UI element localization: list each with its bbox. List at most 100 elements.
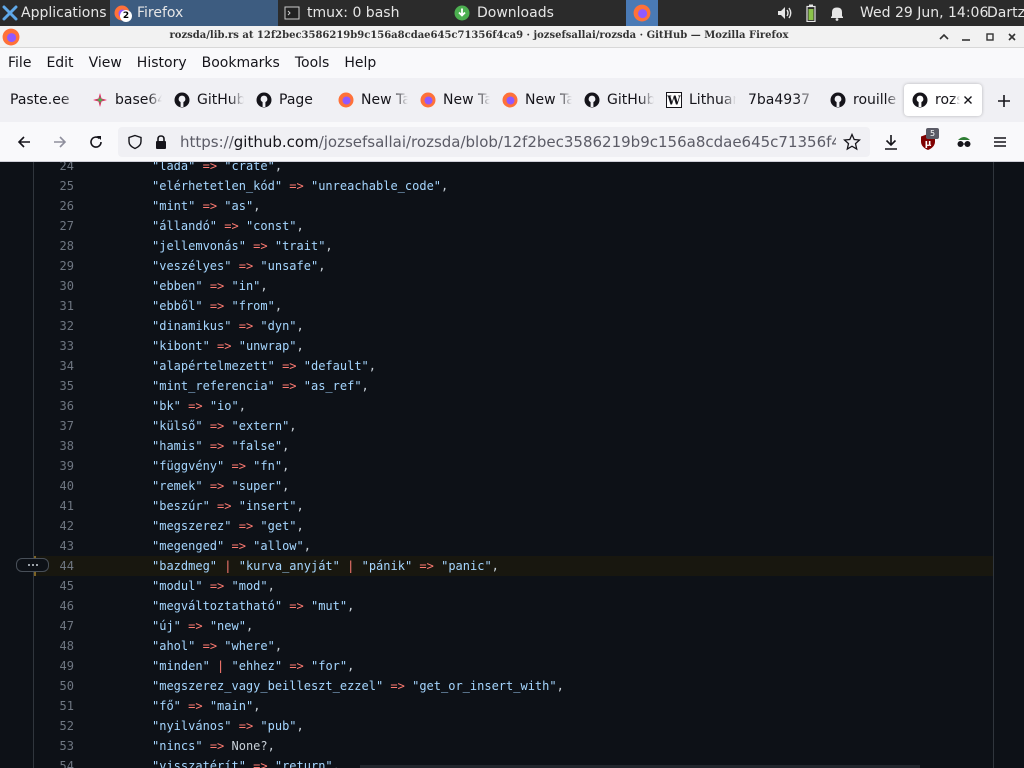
line-number[interactable]: 38: [34, 436, 74, 456]
line-number[interactable]: 26: [34, 196, 74, 216]
code-line: 44 "bazdmeg" | "kurva_anyját" | "pánik" =…: [34, 556, 993, 576]
applications-label: Applications: [21, 5, 107, 21]
window-titlebar[interactable]: rozsda/lib.rs at 12f2bec3586219b9c156a8c…: [0, 26, 1024, 48]
tab-lithuania[interactable]: W Lithuania: [658, 84, 736, 116]
line-number[interactable]: 43: [34, 536, 74, 556]
line-number[interactable]: 45: [34, 576, 74, 596]
battery-icon[interactable]: [806, 0, 816, 26]
line-number[interactable]: 40: [34, 476, 74, 496]
window-close-button[interactable]: [1004, 29, 1020, 45]
tab-base64[interactable]: base64: [84, 84, 162, 116]
tab-close-button[interactable]: [960, 92, 976, 108]
code-line: 31 "ebből" => "from",: [34, 296, 993, 316]
tab-new-tab[interactable]: New Tab: [494, 84, 572, 116]
downloads-button[interactable]: [879, 130, 903, 154]
tab-commit[interactable]: 7ba4937: [740, 84, 818, 116]
taskbar-downloads-button[interactable]: Downloads: [450, 0, 618, 26]
string-literal: "új": [152, 619, 181, 633]
menu-file[interactable]: File: [2, 55, 37, 71]
shield-icon[interactable]: [127, 134, 143, 150]
back-button[interactable]: [12, 130, 36, 154]
firefox-icon: [338, 92, 354, 108]
line-number[interactable]: 32: [34, 316, 74, 336]
panel-user[interactable]: Dartz: [987, 0, 1024, 26]
line-number[interactable]: 28: [34, 236, 74, 256]
menu-help[interactable]: Help: [338, 55, 382, 71]
line-number[interactable]: 53: [34, 736, 74, 756]
tab-github[interactable]: GitHub: [576, 84, 654, 116]
app-menu-button[interactable]: [988, 130, 1012, 154]
tab-label: Lithuania: [689, 92, 736, 108]
menu-history[interactable]: History: [131, 55, 193, 71]
code-text: "jellemvonás" => "trait",: [152, 239, 333, 253]
menu-view[interactable]: View: [83, 55, 128, 71]
panel-clock[interactable]: Wed 29 Jun, 14:06: [860, 0, 988, 26]
code-line: 32 "dinamikus" => "dyn",: [34, 316, 993, 336]
volume-icon[interactable]: [776, 0, 794, 26]
line-number[interactable]: 42: [34, 516, 74, 536]
window-collapse-button[interactable]: [936, 29, 952, 45]
applications-menu[interactable]: Applications ☰: [2, 0, 122, 26]
tab-new-tab[interactable]: New Tab: [412, 84, 490, 116]
minimize-icon: [962, 39, 970, 41]
line-number[interactable]: 47: [34, 616, 74, 636]
window-maximize-button[interactable]: [982, 29, 998, 45]
line-number[interactable]: 25: [34, 176, 74, 196]
line-number[interactable]: 29: [34, 256, 74, 276]
menu-edit[interactable]: Edit: [40, 55, 79, 71]
operator: |: [217, 659, 225, 673]
line-number[interactable]: 54: [34, 756, 74, 768]
taskbar-downloads-label: Downloads: [477, 5, 554, 21]
close-icon: [1008, 33, 1016, 41]
extension-button[interactable]: [952, 130, 976, 154]
tray-firefox-button[interactable]: [626, 0, 658, 26]
tab-github[interactable]: GitHub: [166, 84, 244, 116]
string-literal: "for": [311, 659, 348, 673]
operator: |: [347, 559, 355, 573]
line-number[interactable]: 35: [34, 376, 74, 396]
lock-icon[interactable]: [153, 134, 169, 150]
line-number[interactable]: 30: [34, 276, 74, 296]
star-icon[interactable]: [843, 133, 861, 151]
tab-rozsda-active[interactable]: rozsda: [904, 84, 982, 116]
line-number[interactable]: 33: [34, 336, 74, 356]
new-tab-button[interactable]: [992, 90, 1016, 112]
code-line: 29 "veszélyes" => "unsafe",: [34, 256, 993, 276]
line-number[interactable]: 52: [34, 716, 74, 736]
code-line: 37 "külső" => "extern",: [34, 416, 993, 436]
line-number[interactable]: 36: [34, 396, 74, 416]
taskbar-tmux-button[interactable]: tmux: 0 bash: [280, 0, 445, 26]
line-number[interactable]: 24: [34, 162, 74, 176]
line-options-button[interactable]: [16, 558, 49, 572]
line-number[interactable]: 49: [34, 656, 74, 676]
notification-bell-icon[interactable]: [829, 0, 845, 26]
tab-new-tab[interactable]: New Tab: [330, 84, 408, 116]
line-number[interactable]: 34: [34, 356, 74, 376]
line-number[interactable]: 39: [34, 456, 74, 476]
string-literal: "modul": [152, 579, 203, 593]
window-minimize-button[interactable]: [958, 29, 974, 45]
reload-button[interactable]: [84, 130, 108, 154]
tab-rouille[interactable]: rouille: [822, 84, 900, 116]
line-number[interactable]: 46: [34, 596, 74, 616]
forward-button[interactable]: [48, 130, 72, 154]
string-literal: "allow": [253, 539, 304, 553]
line-number[interactable]: 51: [34, 696, 74, 716]
line-number[interactable]: 48: [34, 636, 74, 656]
line-number[interactable]: 50: [34, 676, 74, 696]
line-number[interactable]: 27: [34, 216, 74, 236]
menu-bookmarks[interactable]: Bookmarks: [196, 55, 286, 71]
line-number[interactable]: 31: [34, 296, 74, 316]
menu-tools[interactable]: Tools: [289, 55, 336, 71]
code-line: 46 "megváltoztatható" => "mut",: [34, 596, 993, 616]
url-bar[interactable]: https://github.com/jozsefsallai/rozsda/b…: [118, 127, 870, 157]
code-text: "mint_referencia" => "as_ref",: [152, 379, 369, 393]
taskbar-firefox-button[interactable]: 2 Firefox: [110, 0, 278, 26]
line-number[interactable]: 37: [34, 416, 74, 436]
tab-page[interactable]: Page: [248, 84, 326, 116]
tab-label: Paste.ee: [10, 92, 70, 108]
code-line: 49 "minden" | "ehhez" => "for",: [34, 656, 993, 676]
tab-paste-ee[interactable]: Paste.ee: [2, 84, 82, 116]
line-number[interactable]: 41: [34, 496, 74, 516]
hamburger-menu-icon: [994, 137, 1006, 147]
